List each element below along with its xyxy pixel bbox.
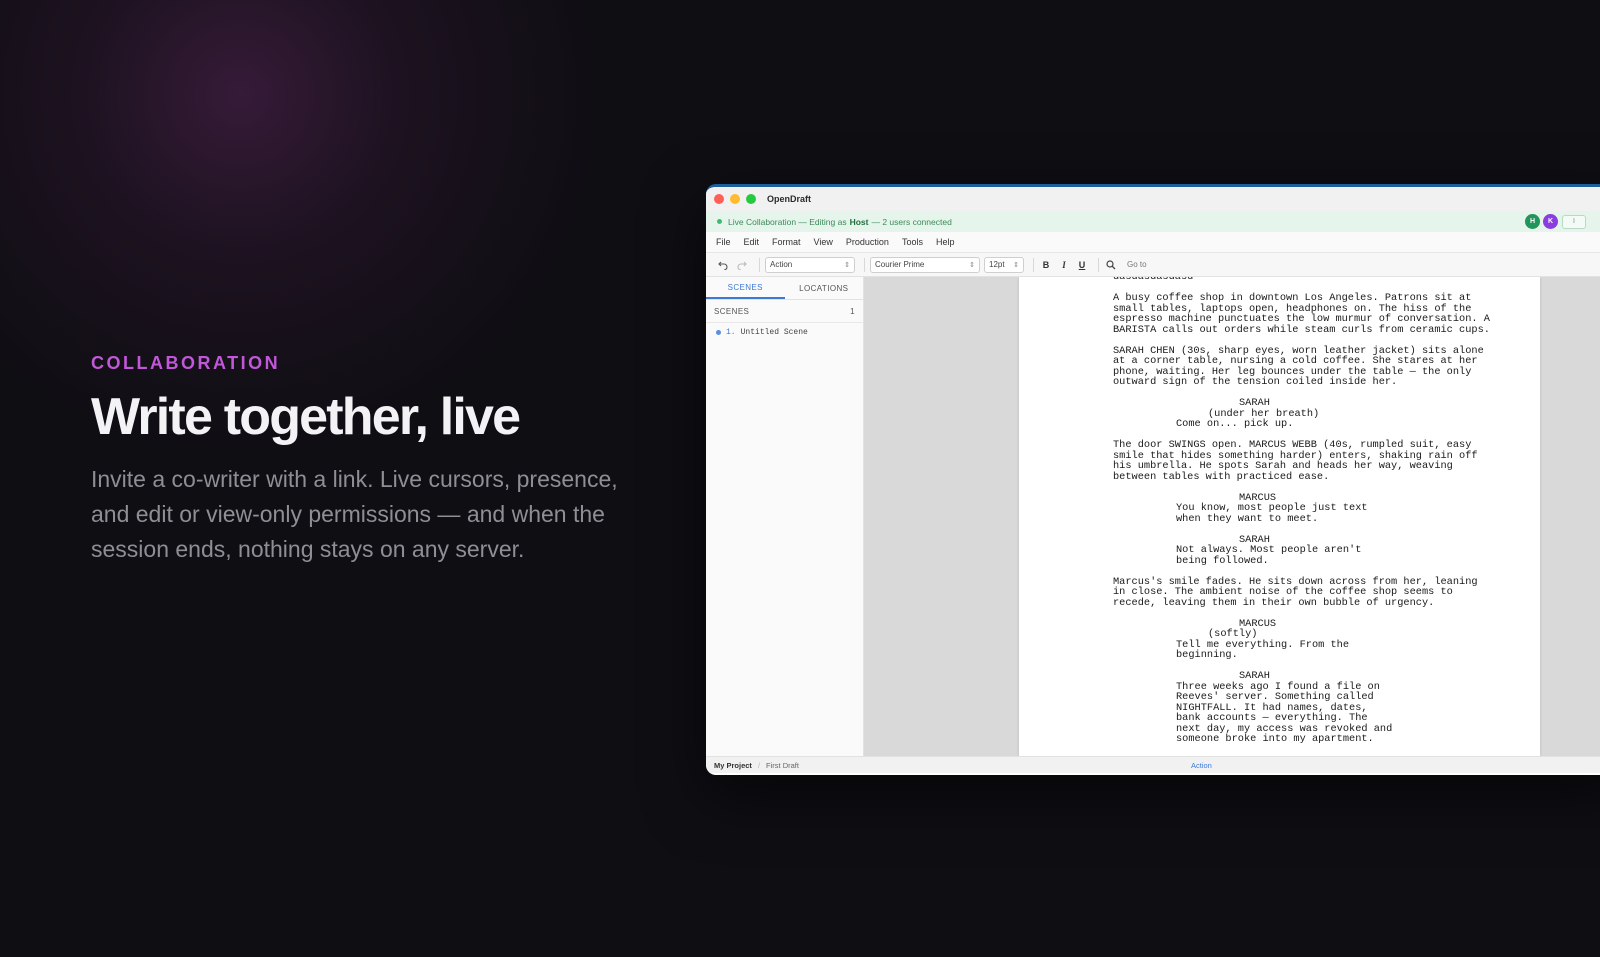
sidebar: SCENES LOCATIONS SCENES 1 1. Untitled Sc… [706, 277, 864, 756]
toolbar-divider [759, 257, 760, 272]
script-paren: (softly) [1208, 628, 1258, 640]
script-character: MARCUS [1239, 617, 1277, 630]
collab-suffix: — 2 users connected [871, 216, 952, 227]
project-name[interactable]: My Project [714, 761, 752, 770]
select-arrows-icon: ⇕ [844, 261, 850, 269]
menu-file[interactable]: File [716, 237, 731, 247]
current-element-status: Action [1191, 760, 1212, 770]
draft-name[interactable]: First Draft [766, 761, 799, 770]
script-action: The door SWINGS open. MARCUS WEBB (40s, … [1113, 439, 1478, 483]
script-content: dasdasdasdasd A busy coffee shop in down… [1113, 277, 1513, 755]
bold-button[interactable]: B [1039, 260, 1053, 270]
title-bar: OpenDraft [706, 187, 1600, 211]
scene-name: Untitled Scene [740, 328, 808, 337]
tab-scenes[interactable]: SCENES [706, 277, 785, 299]
element-type-select[interactable]: Action ⇕ [765, 256, 855, 273]
scene-count: 1 [850, 306, 855, 316]
toolbar-divider [1033, 257, 1034, 272]
minimize-window-button[interactable] [730, 194, 740, 204]
script-paren: (under her breath) [1208, 407, 1320, 420]
tab-locations[interactable]: LOCATIONS [785, 277, 864, 299]
window-title: OpenDraft [767, 194, 812, 204]
font-select[interactable]: Courier Prime ⇕ [870, 256, 980, 273]
underline-button[interactable]: U [1075, 260, 1089, 270]
redo-icon[interactable] [735, 258, 749, 272]
sidebar-tabs: SCENES LOCATIONS [706, 277, 863, 300]
app-window: OpenDraft Live Collaboration — Editing a… [706, 184, 1600, 775]
editor-body: SCENES LOCATIONS SCENES 1 1. Untitled Sc… [706, 277, 1600, 756]
breadcrumb-separator: / [757, 760, 761, 770]
collab-prefix: Live Collaboration — Editing as [728, 216, 847, 227]
font-size-value: 12pt [989, 260, 1005, 269]
toolbar: Action ⇕ Courier Prime ⇕ 12pt ⇕ B I U Go… [706, 253, 1600, 277]
avatar-guest[interactable]: K [1543, 214, 1558, 229]
italic-button[interactable]: I [1057, 260, 1071, 270]
script-dialog: Tell me everything. From the beginning. [1176, 638, 1350, 661]
editor-canvas: dasdasdasdasd A busy coffee shop in down… [864, 277, 1600, 756]
select-arrows-icon: ⇕ [1013, 261, 1019, 269]
script-dialog: Three weeks ago I found a file on Reeves… [1176, 680, 1393, 745]
script-character: SARAH [1239, 670, 1270, 682]
script-top-fragment: dasdasdasdasd [1113, 277, 1194, 283]
script-character: SARAH [1239, 397, 1270, 409]
avatar-group: H K [1525, 214, 1558, 229]
script-dialog: Come on... pick up. [1176, 418, 1294, 430]
font-size-select[interactable]: 12pt ⇕ [984, 256, 1024, 273]
script-dialog: Not always. Most people aren't being fol… [1176, 544, 1362, 567]
window-controls [714, 194, 756, 204]
font-value: Courier Prime [875, 260, 925, 269]
undo-icon[interactable] [716, 258, 730, 272]
menu-production[interactable]: Production [846, 237, 889, 247]
script-page[interactable]: dasdasdasdasd A busy coffee shop in down… [1019, 277, 1540, 756]
script-action: Marcus's smile fades. He sits down acros… [1113, 575, 1478, 609]
scenes-label: SCENES [714, 306, 750, 316]
collab-role: Host [849, 216, 869, 227]
scenes-header: SCENES 1 [706, 300, 863, 323]
close-window-button[interactable] [714, 194, 724, 204]
live-status-dot [717, 219, 722, 224]
headline: Write together, live [91, 388, 521, 446]
menu-format[interactable]: Format [772, 237, 801, 247]
eyebrow-label: COLLABORATION [91, 353, 281, 373]
avatar-host[interactable]: H [1525, 214, 1540, 229]
select-arrows-icon: ⇕ [969, 261, 975, 269]
subheadline: Invite a co-writer with a link. Live cur… [91, 466, 618, 563]
toolbar-divider [864, 257, 865, 272]
script-action: A busy coffee shop in downtown Los Angel… [1113, 292, 1490, 336]
zoom-window-button[interactable] [746, 194, 756, 204]
scene-list-item[interactable]: 1. Untitled Scene [706, 323, 863, 342]
menu-bar: File Edit Format View Production Tools H… [706, 232, 1600, 253]
element-type-value: Action [770, 260, 793, 269]
script-dialog: You know, most people just text when the… [1176, 502, 1368, 525]
menu-view[interactable]: View [814, 237, 833, 247]
menu-edit[interactable]: Edit [744, 237, 760, 247]
status-bar: My Project / First Draft Action [706, 756, 1600, 773]
menu-help[interactable]: Help [936, 237, 955, 247]
collab-invite-button[interactable]: I [1562, 215, 1586, 229]
search-icon[interactable] [1104, 258, 1118, 272]
scene-number: 1. [726, 328, 736, 337]
toolbar-divider [1098, 257, 1099, 272]
scene-active-dot [716, 330, 721, 335]
collaboration-bar: Live Collaboration — Editing as Host — 2… [706, 211, 1600, 232]
goto-input[interactable]: Go to [1127, 260, 1147, 269]
hero-section: COLLABORATION Write together, live Invit… [91, 353, 651, 567]
menu-tools[interactable]: Tools [902, 237, 923, 247]
script-action: SARAH CHEN (30s, sharp eyes, worn leathe… [1113, 344, 1484, 388]
